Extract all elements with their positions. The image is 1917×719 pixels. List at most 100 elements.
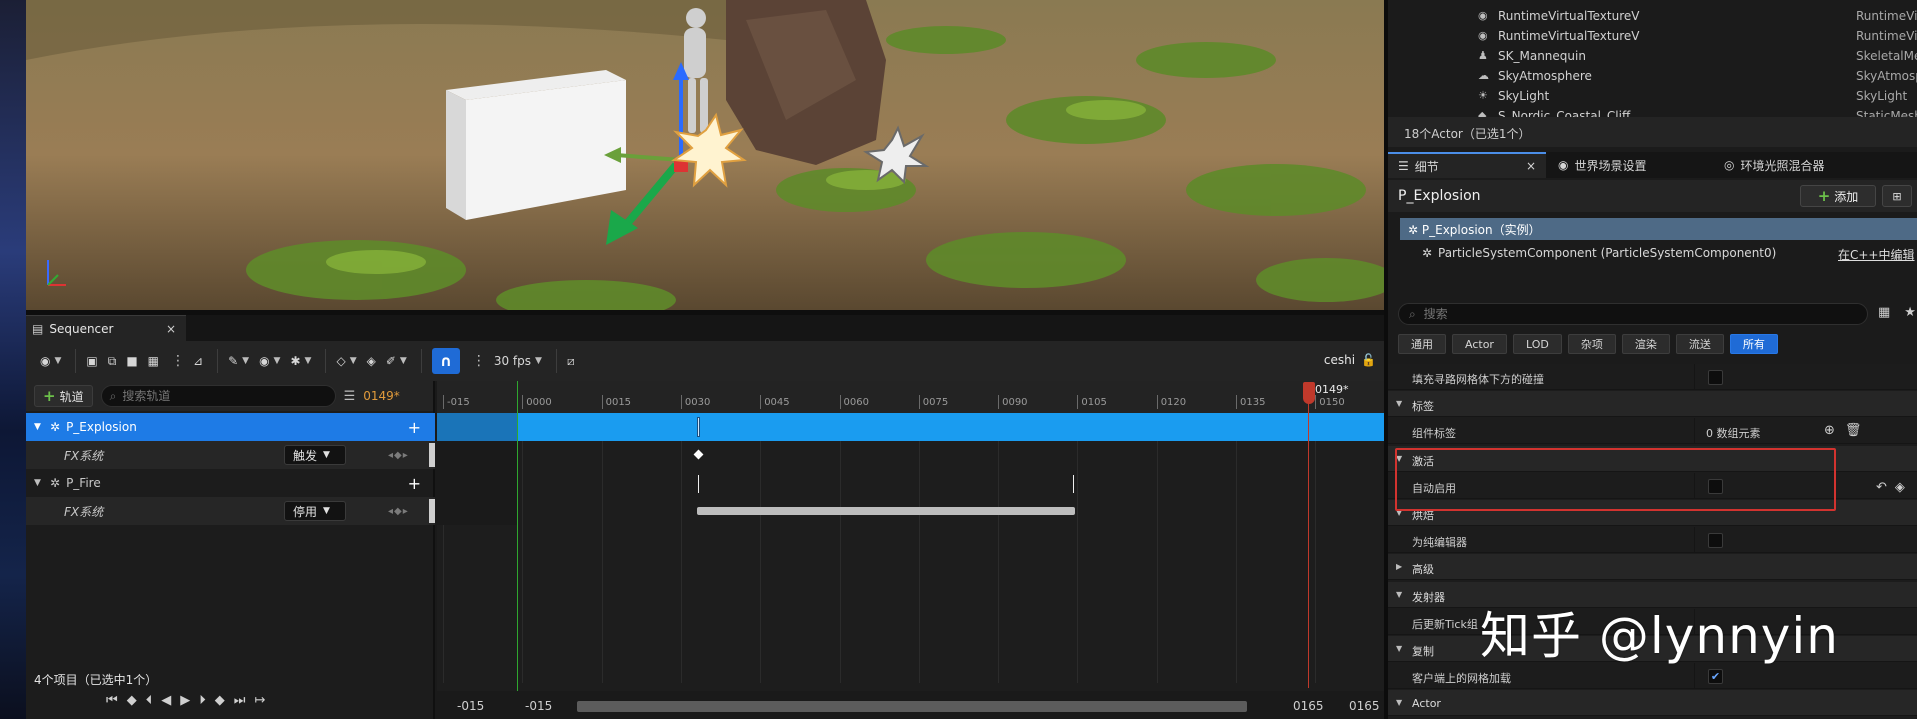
track-fx-system-2[interactable]: FX系统 停用 ▼ ◂◆▸ — [26, 497, 435, 525]
tab-env-light-mixer[interactable]: ◎ 环境光照混合器 — [1724, 152, 1914, 178]
category-filter[interactable]: 渲染 — [1621, 334, 1670, 354]
keyframe-trigger[interactable] — [693, 449, 704, 460]
view-start[interactable]: -015 — [457, 699, 484, 713]
blueprint-button[interactable]: ⊞ — [1882, 185, 1912, 207]
tools-button[interactable]: ✎ ▼ — [228, 346, 249, 376]
reset-icon[interactable]: ↶ — [1876, 480, 1887, 495]
property-row[interactable]: 为纯编辑器 — [1388, 527, 1917, 554]
working-end[interactable]: 0165 — [1293, 699, 1324, 713]
lane-fx-system-1[interactable] — [437, 441, 1384, 469]
trash-icon[interactable]: 🗑 — [1845, 423, 1862, 438]
property-checkbox[interactable]: ✔ — [1708, 669, 1723, 685]
category-filter[interactable]: 杂项 — [1567, 334, 1616, 354]
playback-button[interactable]: ✱ ▼ — [290, 346, 311, 376]
browse-button[interactable]: ⧉ — [108, 346, 117, 376]
deactivate-section[interactable] — [697, 507, 1075, 515]
property-checkbox[interactable] — [1708, 478, 1723, 494]
time-ruler[interactable]: -015 0000 0015 0030 0045 0060 0075 0090 0105 0120… — [437, 381, 1384, 413]
add-subtrack-icon[interactable]: + — [408, 474, 421, 493]
component-root[interactable]: ✲ P_Explosion（实例） — [1400, 218, 1917, 240]
curve-button[interactable]: ⊿ — [193, 346, 203, 376]
filter-icon[interactable]: ☰ — [344, 389, 356, 404]
play-reverse-icon[interactable]: ◀ — [161, 693, 171, 708]
level-viewport[interactable] — [26, 0, 1384, 310]
fx-state-dropdown[interactable]: 停用 ▼ — [284, 501, 346, 521]
track-search-input[interactable] — [122, 389, 313, 403]
snap-button[interactable]: ∩ — [431, 346, 460, 376]
timeline[interactable]: -015 0000 0015 0030 0045 0060 0075 0090 0105 0120… — [437, 381, 1384, 719]
play-icon[interactable]: ▶ — [180, 693, 190, 708]
category-filter[interactable]: 所有 — [1729, 334, 1778, 354]
collapse-icon[interactable]: ▼ — [34, 422, 46, 432]
chevron-down-icon[interactable]: ▼ — [1396, 698, 1402, 707]
more-options-icon[interactable]: ⋮ — [171, 346, 185, 376]
chevron-down-icon[interactable]: ▼ — [1396, 454, 1402, 463]
loop-icon[interactable]: ↦ — [254, 693, 265, 708]
category-filter[interactable]: LOD — [1512, 334, 1562, 354]
edit-in-cpp-link[interactable]: 在C++中编辑 — [1838, 246, 1915, 263]
lane-p-fire[interactable] — [437, 469, 1384, 497]
lane-fx-system-2[interactable] — [437, 497, 1384, 525]
table-view-icon[interactable]: ▦ — [1878, 305, 1890, 320]
fps-dropdown[interactable]: 30 fps ▼ — [494, 346, 542, 376]
chevron-down-icon[interactable]: ▼ — [1396, 644, 1402, 653]
fx-state-dropdown[interactable]: 触发 ▼ — [284, 445, 346, 465]
snap-options-icon[interactable]: ⋮ — [472, 346, 486, 376]
view-button[interactable]: ◉ ▼ — [259, 346, 280, 376]
edit-mode-button[interactable]: ✐ ▼ — [386, 346, 407, 376]
next-key-icon[interactable]: ◆ — [215, 693, 225, 708]
property-row[interactable]: 填充寻路网格体下方的碰撞 — [1388, 364, 1917, 390]
playhead-handle[interactable] — [1303, 382, 1315, 404]
category-filter[interactable]: 流送 — [1675, 334, 1724, 354]
view-end[interactable]: 0165 — [1349, 699, 1380, 713]
outliner-row[interactable]: ◉ RuntimeVirtualTextureV RuntimeVir — [1388, 6, 1917, 26]
section-marker[interactable] — [697, 417, 700, 437]
clapper-button[interactable]: ▦ — [148, 346, 159, 376]
add-track-button[interactable]: + 轨道 — [34, 385, 93, 407]
save-button[interactable]: ▣ — [86, 346, 97, 376]
outliner-row[interactable]: ◉ RuntimeVirtualTextureV RuntimeVir — [1388, 26, 1917, 46]
details-search[interactable]: ⌕ — [1398, 303, 1868, 325]
chevron-down-icon[interactable]: ▼ — [1396, 590, 1402, 599]
tag-icon[interactable]: ◈ — [1895, 480, 1905, 495]
property-category[interactable]: ▼ 烘焙 — [1388, 500, 1917, 526]
add-subtrack-icon[interactable]: + — [408, 418, 421, 437]
property-checkbox[interactable] — [1708, 533, 1723, 549]
property-category[interactable]: ▼ 标签 — [1388, 391, 1917, 418]
track-fx-system-1[interactable]: FX系统 触发 ▼ ◂◆▸ — [26, 441, 435, 469]
close-icon[interactable]: × — [166, 322, 176, 336]
outliner-row[interactable]: ♟ SK_Mannequin SkeletalMe — [1388, 46, 1917, 66]
go-to-end-icon[interactable]: ⏭ — [234, 693, 246, 708]
category-filter[interactable]: Actor — [1452, 334, 1507, 354]
current-frame[interactable]: 0149* — [363, 389, 400, 403]
lock-icon[interactable]: 🔓 — [1361, 353, 1376, 367]
tab-details[interactable]: ☰ 细节 × — [1388, 152, 1546, 178]
track-p-explosion[interactable]: ▼ ✲ P_Explosion + — [26, 413, 435, 441]
close-icon[interactable]: × — [1526, 159, 1536, 173]
key-button[interactable]: ◇ ▼ — [336, 346, 356, 376]
add-element-icon[interactable]: ⊕ — [1824, 423, 1835, 438]
property-category[interactable]: ▶ 高级 — [1388, 554, 1917, 581]
sequencer-tab[interactable]: ▤ Sequencer × — [26, 315, 186, 341]
property-row[interactable]: 组件标签 0 数组元素 ⊕ 🗑 — [1388, 418, 1917, 445]
render-movie-button[interactable]: ■ — [126, 346, 137, 376]
property-checkbox[interactable] — [1708, 370, 1723, 385]
property-category[interactable]: ▼ Actor — [1388, 690, 1917, 717]
world-button[interactable]: ◉ ▼ — [40, 346, 61, 376]
add-component-button[interactable]: + 添加 — [1800, 185, 1876, 207]
key-navigation-icon[interactable]: ◂◆▸ — [388, 450, 409, 461]
star-icon[interactable]: ★ — [1904, 305, 1916, 320]
track-search[interactable]: ⌕ — [100, 385, 336, 407]
prev-key-icon[interactable]: ◆ — [127, 693, 137, 708]
step-back-icon[interactable]: ⏴ — [146, 693, 153, 708]
collapse-icon[interactable]: ▼ — [34, 478, 46, 488]
timeline-scrollbar[interactable] — [577, 701, 1247, 712]
lane-p-explosion[interactable] — [437, 413, 1384, 441]
working-start[interactable]: -015 — [525, 699, 552, 713]
property-category[interactable]: ▼ 激活 — [1388, 445, 1917, 472]
key-navigation-icon[interactable]: ◂◆▸ — [388, 506, 409, 517]
go-to-start-icon[interactable]: ⏮ — [106, 693, 118, 708]
step-forward-icon[interactable]: ⏵ — [199, 693, 206, 708]
curve-editor-button[interactable]: ⧄ — [567, 346, 575, 376]
track-p-fire[interactable]: ▼ ✲ P_Fire + — [26, 469, 435, 497]
